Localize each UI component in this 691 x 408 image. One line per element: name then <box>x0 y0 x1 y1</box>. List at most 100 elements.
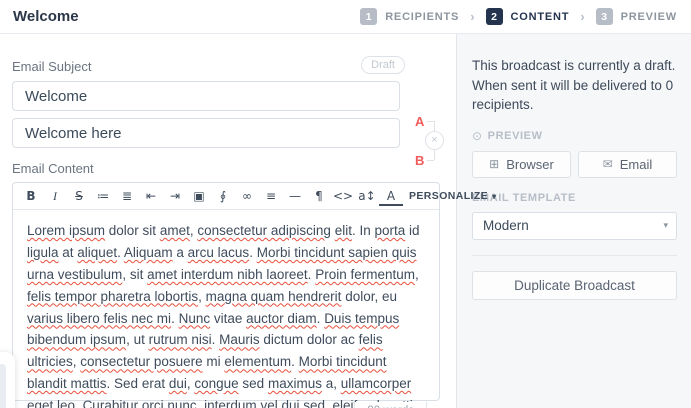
flyout-panel-remnant <box>0 352 15 408</box>
step-separator-icon: › <box>470 9 475 24</box>
body-text: . <box>291 354 299 370</box>
text-color-icon[interactable]: A <box>379 188 403 207</box>
body-text: , ut <box>126 332 149 348</box>
body-text: mi <box>202 354 225 370</box>
body-text: , <box>196 397 205 408</box>
wizard-step-recipients[interactable]: 1 RECIPIENTS <box>360 8 459 25</box>
misspelled-word: consectetur adipiscing <box>197 223 331 239</box>
remove-ab-test-button[interactable]: × <box>425 131 444 150</box>
body-text: id <box>405 223 420 239</box>
code-icon[interactable]: <> <box>331 185 355 207</box>
step-label: CONTENT <box>510 10 570 23</box>
link-icon[interactable]: ∞ <box>235 185 259 207</box>
misspelled-word: Proin fermentum <box>315 266 415 282</box>
body-text: , sit <box>122 266 148 282</box>
step-number-badge: 2 <box>485 8 503 25</box>
email-template-label: EMAIL TEMPLATE <box>472 191 576 204</box>
personalize-label: PERSONALIZE <box>409 190 489 203</box>
browser-button-label: Browser <box>506 156 554 172</box>
misspelled-word: Lorem ipsum <box>27 223 106 239</box>
misspelled-word: Aliquam <box>123 244 173 260</box>
body-text: dolor sit <box>105 223 160 239</box>
misspelled-word: Curabitur orci nunc <box>82 397 197 408</box>
eye-icon: ⊙ <box>472 128 483 143</box>
email-button-label: Email <box>619 156 653 172</box>
misspelled-word: amet interdum nibh laoreet <box>147 266 308 282</box>
step-label: PREVIEW <box>620 10 677 23</box>
misspelled-word: auctor diam <box>246 310 317 326</box>
misspelled-word: amet <box>159 223 190 239</box>
variant-a-mark: A <box>415 114 425 129</box>
attachment-icon[interactable]: ∮ <box>211 185 235 207</box>
body-text: sed <box>238 376 268 392</box>
broadcast-editor-app: Welcome 1 RECIPIENTS › 2 CONTENT › 3 PREVIEW Em… <box>0 0 691 408</box>
draft-status-text: This broadcast is currently a draft. Whe… <box>472 58 676 113</box>
italic-icon[interactable]: I <box>43 185 67 207</box>
wizard-step-content[interactable]: 2 CONTENT <box>485 8 570 25</box>
broadcast-sidebar: This broadcast is currently a draft. Whe… <box>456 34 691 408</box>
subject-variant-a-input[interactable] <box>12 81 400 112</box>
ab-bracket-stub-top <box>427 121 434 122</box>
body-text: a, <box>321 376 341 392</box>
editor-content-area[interactable]: Lorem ipsum dolor sit amet, consectetur … <box>13 210 439 408</box>
step-number-badge: 1 <box>360 8 378 25</box>
misspelled-word: magna quam hendrerit <box>205 288 342 304</box>
email-template-select[interactable]: Modern <box>472 211 677 240</box>
chevron-down-icon: ▾ <box>492 191 497 201</box>
misspelled-word: elementum <box>224 354 292 370</box>
wizard-step-preview[interactable]: 3 PREVIEW <box>595 8 677 25</box>
step-label: RECIPIENTS <box>385 10 460 23</box>
misspelled-word: rutrum nisi <box>148 332 212 348</box>
horizontal-rule-icon[interactable]: — <box>283 185 307 207</box>
bold-icon[interactable]: B <box>19 185 43 207</box>
body-text: , <box>198 288 206 304</box>
body-text: . <box>117 244 124 260</box>
outdent-icon[interactable]: ⇤ <box>139 185 163 207</box>
preview-label-text: PREVIEW <box>487 129 543 142</box>
body-text: . <box>211 332 220 348</box>
subject-variant-b-input[interactable] <box>12 118 400 149</box>
body-text: leo. <box>53 397 83 408</box>
rich-text-editor: B I S ≔ ≣ ⇤ ⇥ ▣ ∮ ∞ ≡ — ¶ <> a↕ A PERSONALIZE ▾ Lorem ips… <box>12 182 496 408</box>
misspelled-word: Mauris <box>219 332 260 348</box>
sidebar-divider <box>472 254 677 256</box>
misspelled-word: varius libero felis nec mi <box>27 310 172 326</box>
misspelled-word: felis tempor pharetra lobortis <box>27 288 199 304</box>
personalize-dropdown[interactable]: PERSONALIZE ▾ <box>409 190 497 202</box>
duplicate-broadcast-button[interactable]: Duplicate Broadcast <box>472 270 677 300</box>
content-panel: Email Subject Draft A B × Email Content … <box>0 34 496 408</box>
body-text: dictum dolor ac <box>259 332 359 348</box>
misspelled-word: porta <box>374 223 406 239</box>
misspelled-word: Nunc <box>178 310 211 326</box>
misspelled-word: congue <box>194 376 239 392</box>
variant-b-mark: B <box>415 153 425 168</box>
indent-icon[interactable]: ⇥ <box>163 185 187 207</box>
body-text: vitae <box>210 310 247 326</box>
strikethrough-icon[interactable]: S <box>67 185 91 207</box>
step-number-badge: 3 <box>595 8 613 25</box>
unordered-list-icon[interactable]: ≔ <box>91 185 115 207</box>
misspelled-word: ligula <box>27 244 59 260</box>
preview-email-button[interactable]: ✉ Email <box>578 150 677 178</box>
ordered-list-icon[interactable]: ≣ <box>115 185 139 207</box>
misspelled-word: interdum <box>204 397 257 408</box>
body-text: at <box>58 244 78 260</box>
image-icon[interactable]: ▣ <box>187 185 211 207</box>
wizard-stepper: 1 RECIPIENTS › 2 CONTENT › 3 PREVIEW <box>360 8 677 25</box>
body-text: . In <box>351 223 375 239</box>
paragraph-icon[interactable]: ¶ <box>307 185 331 207</box>
step-separator-icon: › <box>580 9 585 24</box>
top-bar: Welcome 1 RECIPIENTS › 2 CONTENT › 3 PREVIEW <box>0 0 691 34</box>
preview-browser-button[interactable]: ⊞ Browser <box>472 150 571 178</box>
misspelled-word: consectetur posuere <box>80 354 203 370</box>
ab-test-group: A B × <box>404 104 452 184</box>
line-height-icon[interactable]: a↕ <box>355 185 379 207</box>
misspelled-word: vel <box>260 397 278 408</box>
body-text: . <box>249 244 257 260</box>
draft-status-badge: Draft <box>361 56 405 75</box>
align-icon[interactable]: ≡ <box>259 185 283 207</box>
misspelled-word: dui <box>168 376 187 392</box>
preview-section-label: ⊙ PREVIEW <box>472 129 677 143</box>
body-text: . Sed erat <box>106 376 169 392</box>
email-subject-label: Email Subject <box>12 59 92 75</box>
